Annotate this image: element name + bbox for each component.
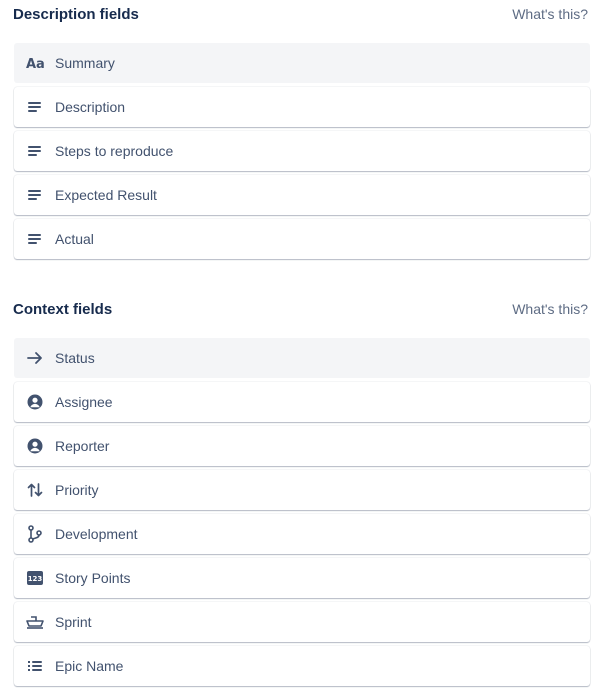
field-row-description[interactable]: Description (14, 87, 590, 127)
field-label: Description (55, 99, 126, 115)
field-label: Actual (55, 231, 94, 247)
paragraph-icon (26, 98, 44, 116)
section-header: Description fields What's this? (0, 0, 598, 28)
field-row-priority[interactable]: Priority (14, 470, 590, 510)
context-fields-list: Status Assignee Reporter Priority Develo… (14, 338, 590, 686)
field-row-sprint[interactable]: Sprint (14, 602, 590, 642)
context-fields-section: Context fields What's this? Status Assig… (0, 295, 598, 686)
field-row-status[interactable]: Status (14, 338, 590, 378)
field-label: Story Points (55, 570, 131, 586)
user-avatar-icon (26, 437, 44, 455)
field-row-story-points[interactable]: 123 Story Points (14, 558, 590, 598)
field-label: Expected Result (55, 187, 157, 203)
field-label: Status (55, 350, 95, 366)
field-label: Assignee (55, 394, 113, 410)
number-123-text: 123 (28, 575, 43, 583)
bulleted-list-icon (26, 657, 44, 675)
user-avatar-icon (26, 393, 44, 411)
field-row-assignee[interactable]: Assignee (14, 382, 590, 422)
number-123-icon: 123 (26, 569, 44, 587)
field-label: Development (55, 526, 138, 542)
paragraph-icon (26, 186, 44, 204)
field-label: Priority (55, 482, 99, 498)
field-row-development[interactable]: Development (14, 514, 590, 554)
arrows-up-down-icon (26, 481, 44, 499)
field-row-reporter[interactable]: Reporter (14, 426, 590, 466)
branch-icon (26, 525, 44, 543)
field-label: Reporter (55, 438, 110, 454)
field-row-epic-name[interactable]: Epic Name (14, 646, 590, 686)
field-row-expected-result[interactable]: Expected Result (14, 175, 590, 215)
field-label: Steps to reproduce (55, 143, 174, 159)
section-title: Description fields (13, 5, 139, 23)
field-label: Summary (55, 55, 115, 71)
section-header: Context fields What's this? (0, 295, 598, 323)
text-aa-icon: Aa (26, 54, 44, 72)
paragraph-icon (26, 142, 44, 160)
field-row-steps-to-reproduce[interactable]: Steps to reproduce (14, 131, 590, 171)
section-title: Context fields (13, 300, 113, 318)
field-row-summary[interactable]: Aa Summary (14, 43, 590, 83)
whats-this-link[interactable]: What's this? (512, 6, 588, 22)
ship-icon (26, 613, 44, 631)
description-fields-section: Description fields What's this? Aa Summa… (0, 0, 598, 259)
svg-text:Aa: Aa (26, 57, 44, 70)
field-label: Sprint (55, 614, 92, 630)
description-fields-list: Aa Summary Description Steps to reproduc… (14, 43, 590, 259)
field-label: Epic Name (55, 658, 124, 674)
arrow-right-icon (26, 349, 44, 367)
paragraph-icon (26, 230, 44, 248)
field-row-actual[interactable]: Actual (14, 219, 590, 259)
whats-this-link[interactable]: What's this? (512, 301, 588, 317)
